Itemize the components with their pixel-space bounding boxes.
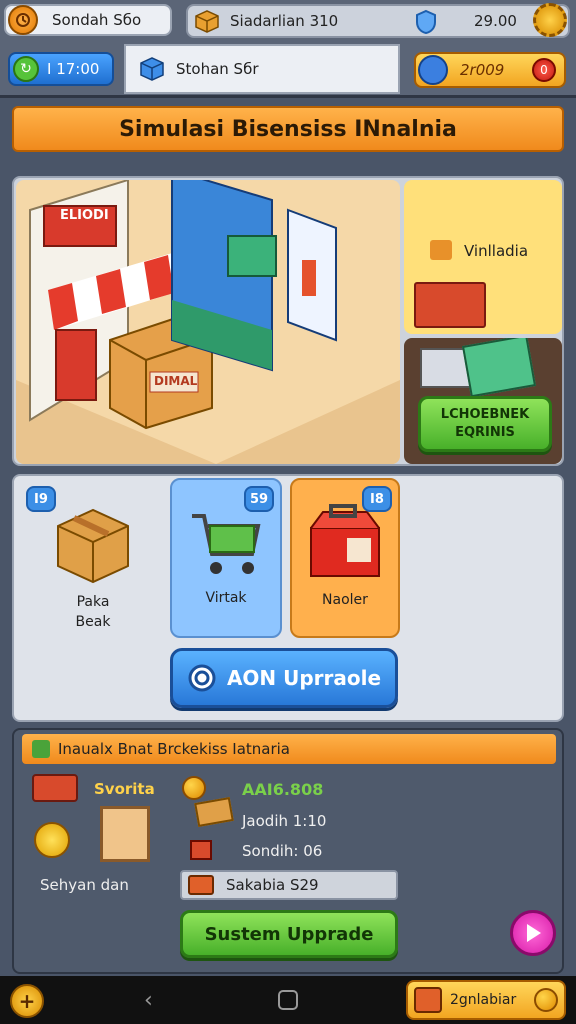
player-name: Sondah Sбo — [52, 11, 142, 29]
timer-pill[interactable]: ↻ I 17:00 — [8, 52, 114, 86]
banner-title: Simulasi Bisensiss INnalnia — [119, 116, 457, 142]
settings-gear-icon[interactable] — [533, 3, 567, 37]
timer-value: I 17:00 — [47, 60, 100, 78]
play-icon — [527, 924, 541, 942]
gem-icon: 0 — [532, 58, 556, 82]
status-bar: Sakabia S29 — [180, 870, 398, 900]
parcel-icon — [430, 240, 452, 260]
upgrade-button-label: AON Uprraole — [226, 666, 382, 690]
wallet-pill[interactable]: 2gnlabiar — [406, 980, 566, 1020]
item-label: Virtak — [205, 590, 247, 606]
top-bar: Sondah Sбo Siadarlian 310 29.00 ↻ I 17:0… — [0, 0, 576, 98]
item-badge: 59 — [244, 486, 274, 512]
crates-icon — [414, 282, 486, 328]
shield-icon — [416, 9, 436, 35]
item-card-cart[interactable]: 59 Virtak — [170, 478, 282, 638]
user-icon — [8, 5, 38, 35]
checkout-button[interactable]: LCHOEBNEK EQRINIS — [418, 396, 552, 452]
stats-header-title: Inaualx Bnat Brckekiss Iatnaria — [58, 740, 291, 758]
stats-panel: Inaualx Bnat Brckekiss Iatnaria Svorita … — [12, 728, 564, 974]
play-button[interactable] — [510, 910, 556, 956]
item-label: Paka Beak — [75, 594, 111, 630]
treasure-chest-icon — [414, 987, 442, 1013]
add-icon[interactable]: + — [10, 984, 44, 1018]
basket-icon — [190, 840, 212, 860]
status-bar-text: Sakabia S29 — [226, 876, 319, 894]
stat-line-3: Sondih: 06 — [242, 842, 323, 860]
income-value: AAI6.808 — [242, 780, 324, 799]
leaf-icon — [32, 740, 50, 758]
box-icon — [195, 10, 219, 33]
stats-header: Inaualx Bnat Brckekiss Iatnaria — [22, 734, 556, 764]
stat-line-2: Jaodih 1:10 — [242, 812, 327, 830]
parcel-stack-icon — [194, 797, 234, 827]
gems-pill[interactable]: 2r009 0 — [414, 52, 566, 88]
shopping-cart-icon — [192, 514, 261, 574]
item-badge: I9 — [26, 486, 56, 512]
item-card-box[interactable]: I9 Paka Beak — [20, 480, 166, 638]
money-value: 29.00 — [474, 12, 517, 30]
delivery-card[interactable]: Vinlladia — [404, 180, 562, 334]
gold-coin-icon — [34, 822, 70, 858]
wallet-label: 2gnlabiar — [450, 992, 517, 1008]
back-nav-icon[interactable]: ‹ — [144, 988, 153, 1013]
items-panel: I9 Paka Beak 59 Virtak I8 Naoler AON Upr… — [12, 474, 564, 722]
cash-register-icon — [310, 504, 380, 577]
system-upgrade-button[interactable]: Sustem Upprade — [180, 910, 398, 958]
compass-icon — [418, 55, 448, 85]
staff-label: Sehyan dan — [40, 876, 129, 894]
cube-icon — [140, 57, 164, 81]
warehouse-label: Siadarlian 310 — [230, 12, 339, 30]
isometric-store-view[interactable]: ELIODI DIMAL — [16, 180, 400, 464]
system-nav-bar: + ‹ 2gnlabiar — [0, 976, 576, 1024]
crate-label: DIMAL — [154, 374, 198, 388]
store-info: Stohan Sбr — [124, 44, 400, 94]
coin-icon — [534, 988, 558, 1012]
home-nav-icon[interactable] — [278, 990, 298, 1010]
game-title-banner: Simulasi Bisensiss INnalnia — [12, 106, 564, 152]
store-scene-panel: ELIODI DIMAL Vinlladia LCHOEBNEK EQRINIS — [12, 176, 564, 466]
vehicle-label: Svorita — [94, 780, 155, 798]
item-label: Naoler — [322, 592, 368, 608]
coin-icon — [182, 776, 206, 800]
gems-value: 2r009 — [460, 61, 505, 79]
resource-strip: Siadarlian 310 29.00 — [186, 4, 570, 38]
store-sign: ELIODI — [60, 208, 109, 223]
delivery-label: Vinlladia — [464, 242, 529, 260]
refresh-icon: ↻ — [13, 56, 39, 82]
hand-truck-icon — [100, 806, 150, 862]
search-icon — [188, 664, 216, 692]
item-card-register[interactable]: I8 Naoler — [290, 478, 400, 638]
store-label: Stohan Sбr — [176, 60, 259, 78]
player-profile[interactable]: Sondah Sбo — [4, 4, 172, 36]
chest-icon — [188, 875, 214, 895]
banknote-icon — [461, 338, 537, 398]
upgrade-button[interactable]: AON Uprraole — [170, 648, 398, 708]
cardboard-box-icon — [57, 508, 129, 584]
item-badge: I8 — [362, 486, 392, 512]
truck-icon — [32, 774, 78, 802]
